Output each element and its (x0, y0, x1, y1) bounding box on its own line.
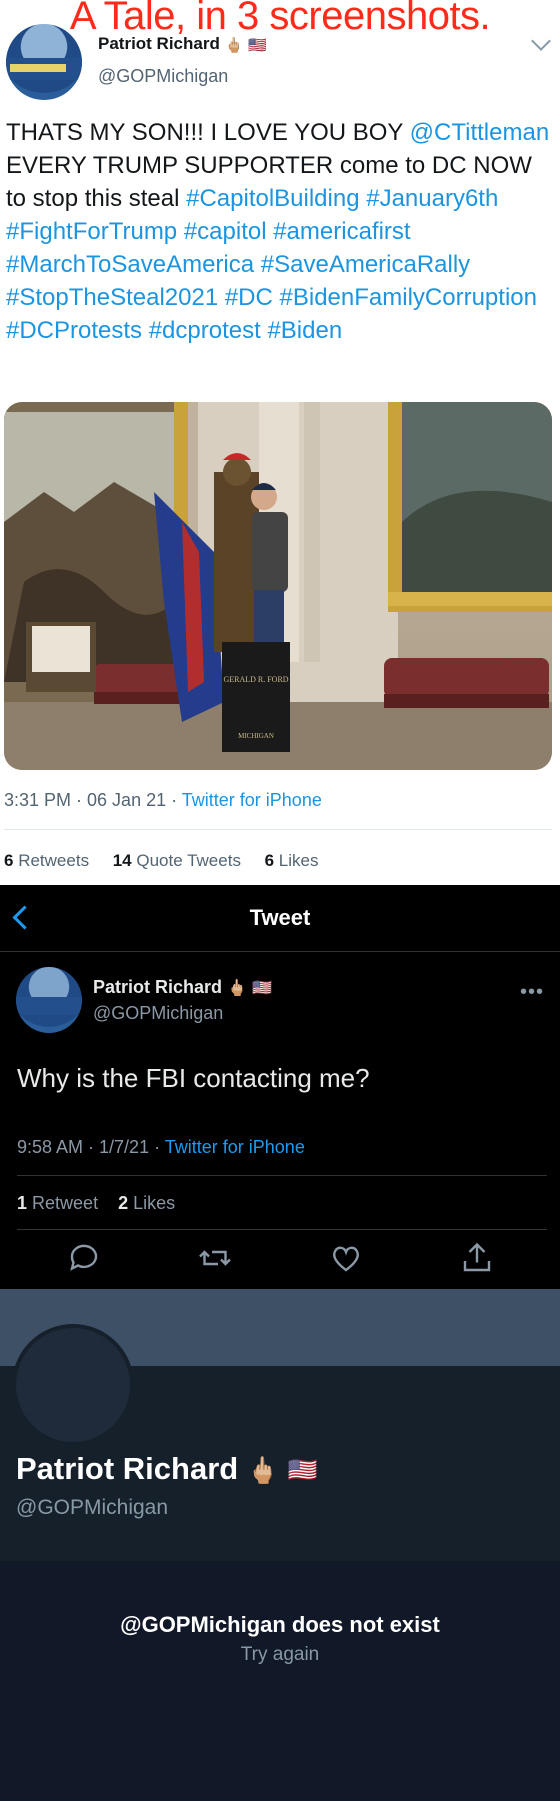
avatar (12, 1324, 134, 1446)
likes-stat[interactable]: 2 Likes (118, 1193, 175, 1213)
profile-empty-state (0, 1561, 560, 1801)
tweet-timestamp: 3:31 PM · 06 Jan 21 · Twitter for iPhone (4, 790, 322, 810)
divider (4, 829, 552, 830)
profile-screen: Patriot Richard 🖕🏼 🇺🇸 @GOPMichigan @GOPM… (0, 1289, 560, 1801)
plaque-state: MICHIGAN (238, 732, 274, 740)
overlay-title: A Tale, in 3 screenshots. (69, 0, 491, 38)
share-icon[interactable] (459, 1240, 495, 1276)
avatar[interactable] (16, 967, 82, 1033)
source-link[interactable]: Twitter for iPhone (165, 1137, 305, 1157)
divider (17, 1229, 547, 1230)
retweets-stat[interactable]: 1 Retweet (17, 1193, 98, 1213)
like-icon[interactable] (328, 1240, 364, 1276)
tweet-1-card: Patriot Richard 🖕🏼 🇺🇸 @GOPMichigan THATS… (0, 0, 560, 885)
likes-stat[interactable]: 6 Likes (265, 851, 319, 870)
author-handle[interactable]: @GOPMichigan (98, 66, 228, 87)
try-again-link[interactable]: Try again (0, 1644, 560, 1666)
reply-icon[interactable] (66, 1240, 102, 1276)
us-flag-icon: 🇺🇸 (251, 980, 272, 998)
tweet-2-screen: Tweet Patriot Richard 🖕🏼 🇺🇸 @GOPMichigan… (0, 885, 560, 1289)
hand-emoji-icon: 🖕🏼 (227, 980, 247, 998)
tweet-stats: 1 Retweet 2 Likes (17, 1193, 175, 1214)
divider (17, 1175, 547, 1176)
source-link[interactable]: Twitter for iPhone (182, 790, 322, 810)
profile-handle: @GOPMichigan (16, 1496, 169, 1519)
tweet-photo[interactable]: GERALD R. FORD MICHIGAN (4, 402, 552, 770)
us-flag-icon: 🇺🇸 (287, 1457, 318, 1485)
header-divider (0, 951, 560, 952)
tweet-text: THATS MY SON!!! I LOVE YOU BOY @CTittlem… (6, 119, 550, 344)
header-title: Tweet (249, 905, 311, 930)
does-not-exist-message: @GOPMichigan does not exist (120, 1612, 440, 1637)
tweet-text: Why is the FBI contacting me? (17, 1063, 370, 1093)
plaque-name: GERALD R. FORD (223, 675, 288, 684)
hand-emoji-icon: 🖕🏼 (246, 1455, 280, 1486)
author-handle[interactable]: @GOPMichigan (93, 1003, 223, 1024)
author-name[interactable]: Patriot Richard 🖕🏼 🇺🇸 (93, 977, 272, 998)
profile-name: Patriot Richard 🖕🏼 🇺🇸 (16, 1451, 318, 1486)
action-bar (0, 1240, 560, 1280)
quote-tweets-stat[interactable]: 14 Quote Tweets (113, 851, 241, 870)
retweet-icon[interactable] (197, 1240, 233, 1276)
mention-link[interactable]: @CTittleman (410, 119, 550, 146)
author-name-text: Patriot Richard (93, 977, 223, 997)
more-options-icon[interactable]: ••• (520, 981, 544, 1004)
rotunda-photo-illustration: GERALD R. FORD MICHIGAN (4, 402, 552, 770)
retweets-stat[interactable]: 6 Retweets (4, 851, 89, 870)
tweet-stats: 6 Retweets 14 Quote Tweets 6 Likes (4, 851, 318, 871)
tweet-timestamp: 9:58 AM · 1/7/21 · Twitter for iPhone (17, 1137, 305, 1157)
